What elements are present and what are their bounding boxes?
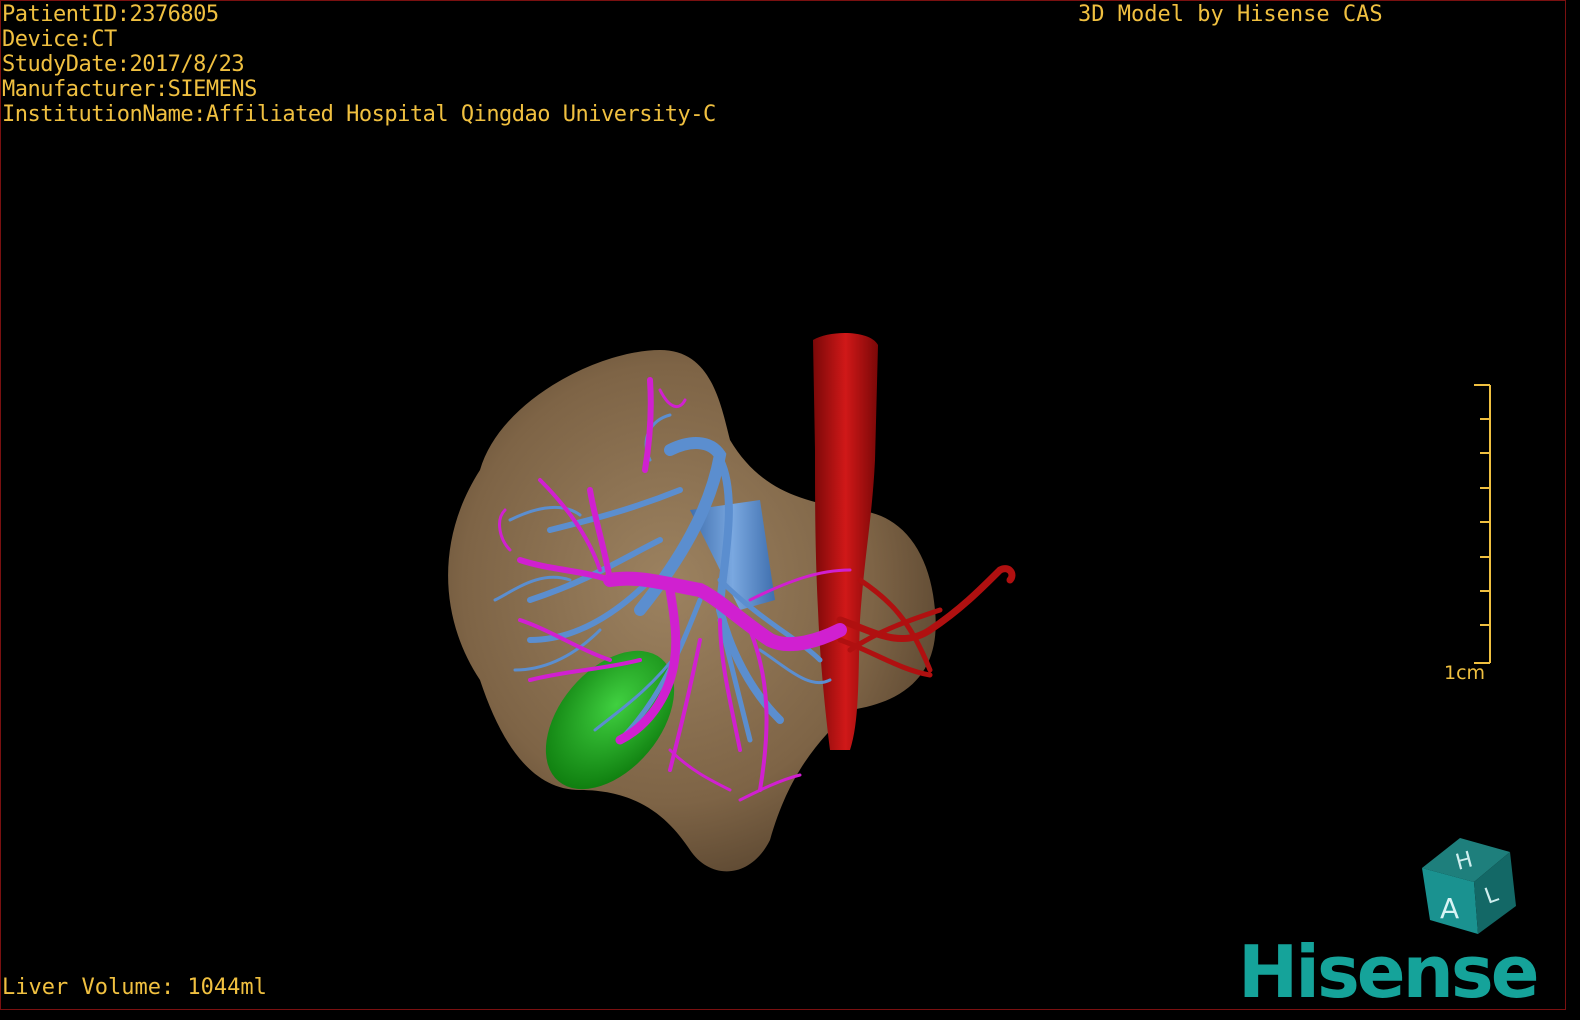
manufacturer-text: Manufacturer:SIEMENS (2, 77, 257, 102)
liver-volume-text: Liver Volume: 1044ml (2, 975, 267, 1000)
orientation-cube-icon[interactable]: H A L (1418, 834, 1522, 938)
institution-text: InstitutionName:Affiliated Hospital Qing… (2, 102, 716, 127)
hisense-logo: Hisense (1238, 930, 1540, 1014)
scale-bar-icon (1474, 384, 1491, 664)
cube-label-front: A (1440, 892, 1459, 925)
device-text: Device:CT (2, 27, 117, 52)
study-date-text: StudyDate:2017/8/23 (2, 52, 245, 77)
liver-3d-model[interactable] (420, 320, 1040, 900)
model-credit-text: 3D Model by Hisense CAS (1078, 2, 1383, 27)
scale-bar-label: 1cm (1444, 662, 1486, 684)
patient-id-text: PatientID:2376805 (2, 2, 219, 27)
dicom-info-overlay: PatientID:2376805 Device:CT StudyDate:20… (2, 2, 716, 127)
